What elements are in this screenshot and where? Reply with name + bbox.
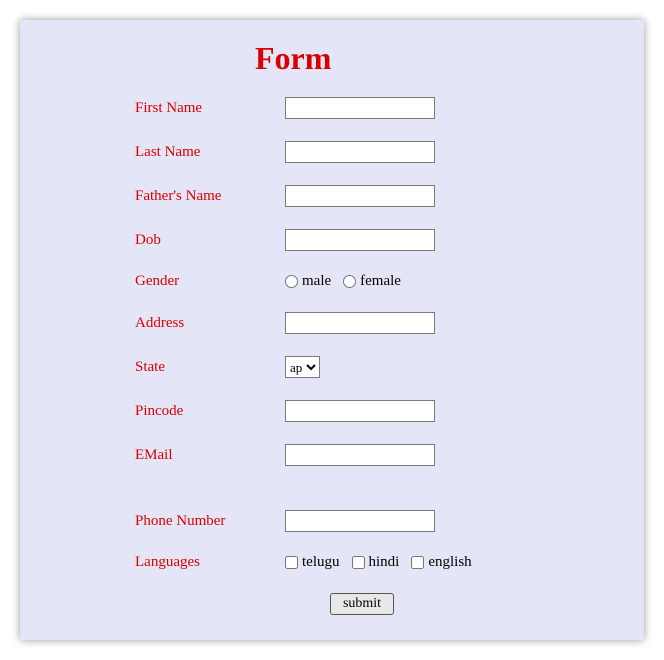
row-dob: Dob [50,229,614,251]
label-state: State [135,359,285,376]
row-state: State ap [50,356,614,378]
label-dob: Dob [135,232,285,249]
label-father-name: Father's Name [135,188,285,205]
row-first-name: First Name [50,97,614,119]
dob-input[interactable] [285,229,435,251]
row-phone: Phone Number [50,510,614,532]
gender-male-text: male [302,273,331,290]
gender-female-label[interactable]: female [343,273,401,290]
label-last-name: Last Name [135,144,285,161]
form-panel: Form First Name Last Name Father's Name … [20,20,644,640]
lang-hindi-checkbox[interactable] [352,556,365,569]
lang-hindi-label[interactable]: hindi [352,554,400,571]
label-email: EMail [135,447,285,464]
lang-english-checkbox[interactable] [411,556,424,569]
row-submit: submit [50,593,614,615]
row-father-name: Father's Name [50,185,614,207]
phone-input[interactable] [285,510,435,532]
label-gender: Gender [135,273,285,290]
row-address: Address [50,312,614,334]
lang-hindi-text: hindi [369,554,400,571]
email-input[interactable] [285,444,435,466]
gender-male-radio[interactable] [285,275,298,288]
row-email: EMail [50,444,614,466]
label-phone: Phone Number [135,513,285,530]
lang-english-text: english [428,554,471,571]
label-languages: Languages [135,554,285,571]
row-gender: Gender male female [50,273,614,290]
pincode-input[interactable] [285,400,435,422]
label-pincode: Pincode [135,403,285,420]
label-address: Address [135,315,285,332]
label-first-name: First Name [135,100,285,117]
last-name-input[interactable] [285,141,435,163]
gender-controls: male female [285,273,407,290]
father-name-input[interactable] [285,185,435,207]
languages-controls: telugu hindi english [285,554,478,571]
row-last-name: Last Name [50,141,614,163]
first-name-input[interactable] [285,97,435,119]
row-pincode: Pincode [50,400,614,422]
submit-button[interactable]: submit [330,593,394,615]
lang-telugu-text: telugu [302,554,340,571]
gender-female-radio[interactable] [343,275,356,288]
address-input[interactable] [285,312,435,334]
gender-female-text: female [360,273,401,290]
lang-english-label[interactable]: english [411,554,471,571]
row-languages: Languages telugu hindi english [50,554,614,571]
lang-telugu-checkbox[interactable] [285,556,298,569]
form-title: Form [255,40,614,77]
lang-telugu-label[interactable]: telugu [285,554,340,571]
state-select[interactable]: ap [285,356,320,378]
gender-male-label[interactable]: male [285,273,331,290]
